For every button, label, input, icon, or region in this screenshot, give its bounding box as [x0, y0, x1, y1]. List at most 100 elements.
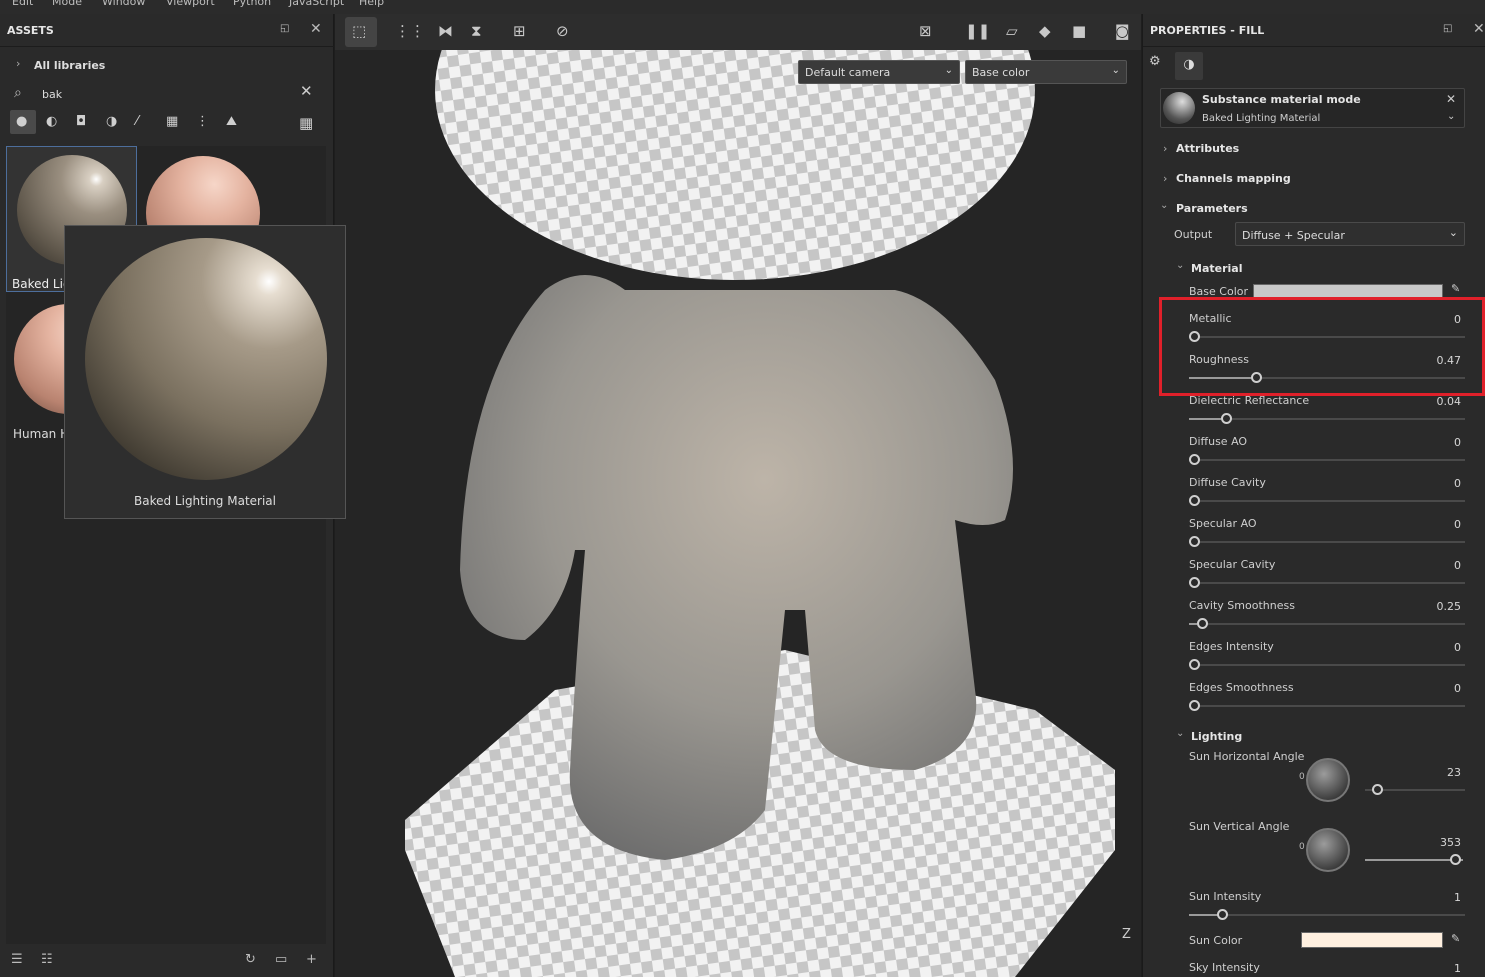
settings-tab-icon[interactable]: ⚙ [1149, 54, 1169, 76]
menu-window[interactable]: Window [102, 0, 145, 8]
chevron-right-icon[interactable]: › [1163, 142, 1167, 155]
mask-filter-icon[interactable]: ◘ [76, 114, 86, 129]
param-slider-knob[interactable] [1220, 413, 1232, 424]
close-icon[interactable]: ✕ [310, 21, 322, 37]
menu-javascript[interactable]: JavaScript [289, 0, 344, 8]
param-value: 0 [1454, 518, 1461, 531]
chevron-down-icon: ⌄ [1111, 65, 1120, 76]
material-tab-icon[interactable]: ◑ [1175, 52, 1203, 80]
preview-label: Baked Lighting Material [134, 494, 276, 508]
channel-dropdown[interactable]: Base color ⌄ [965, 60, 1127, 84]
param-value: 0.04 [1436, 395, 1462, 408]
section-lighting[interactable]: Lighting [1191, 730, 1242, 743]
brush-filter-icon[interactable]: ⁄ [136, 114, 138, 129]
viewport-toolbar: ⬚ ⋮⋮ ⧓ ⧗ ⊞ ⊘ ⊠ ❚❚ ▱ ◆ ■ ◙ [335, 14, 1141, 50]
refresh-icon[interactable]: ↻ [245, 952, 256, 967]
fit-view-icon[interactable]: ⊞ [513, 22, 526, 40]
head-sphere [435, 50, 1035, 280]
chevron-down-icon[interactable]: ⌄ [1176, 728, 1184, 739]
view-3d-icon[interactable]: ◆ [1039, 22, 1051, 40]
menu-edit[interactable]: Edit [12, 0, 33, 8]
assets-title: ASSETS [7, 24, 54, 37]
output-dropdown[interactable]: Diffuse + Specular ⌄ [1235, 222, 1465, 246]
folder-icon[interactable]: ▭ [275, 952, 287, 967]
clear-search-icon[interactable]: ✕ [300, 82, 313, 100]
undock-icon[interactable]: ◱ [280, 23, 289, 34]
sun-h-value: 23 [1447, 766, 1461, 779]
chevron-right-icon[interactable]: › [1163, 172, 1167, 185]
param-slider-knob[interactable] [1189, 577, 1200, 588]
grid-tool-icon[interactable]: ⋮⋮ [395, 22, 425, 40]
chevron-down-icon[interactable]: ⌄ [1447, 111, 1455, 122]
material-mode-title: Substance material mode [1202, 93, 1361, 106]
menu-mode[interactable]: Mode [52, 0, 82, 8]
search-input[interactable]: bak [42, 88, 62, 101]
section-material[interactable]: Material [1191, 262, 1242, 275]
section-attributes[interactable]: Attributes [1176, 142, 1239, 155]
smart-material-filter-icon[interactable]: ◐ [46, 114, 57, 129]
material-mode-box[interactable]: Substance material mode Baked Lighting M… [1160, 88, 1465, 128]
mirror-x-icon[interactable]: ⧓ [438, 22, 453, 40]
camera-icon[interactable]: ■ [1072, 22, 1086, 40]
sun-color-swatch[interactable] [1301, 932, 1443, 948]
material-mode-value: Baked Lighting Material [1202, 113, 1321, 124]
camera-dropdown[interactable]: Default camera ⌄ [798, 60, 960, 84]
reset-view-icon[interactable]: ⊘ [556, 22, 569, 40]
param-slider-knob[interactable] [1189, 536, 1200, 547]
divider [1143, 46, 1485, 47]
sun-intensity-fill [1189, 914, 1219, 916]
alpha-filter-icon[interactable]: ⋮ [196, 114, 209, 129]
sun-h-slider-knob[interactable] [1372, 784, 1383, 795]
menu-viewport[interactable]: Viewport [166, 0, 215, 8]
chevron-right-icon[interactable]: › [16, 57, 20, 70]
view-2d-icon[interactable]: ▱ [1006, 22, 1018, 40]
param-slider-knob[interactable] [1189, 495, 1200, 506]
mirror-y-icon[interactable]: ⧗ [471, 22, 482, 40]
section-channels-mapping[interactable]: Channels mapping [1176, 172, 1291, 185]
environment-filter-icon[interactable]: ⛰ [226, 114, 237, 129]
param-slider-knob[interactable] [1196, 618, 1208, 629]
properties-panel: PROPERTIES - FILL ◱ ✕ ⚙ ◑ Substance mate… [1142, 14, 1485, 977]
param-slider-knob[interactable] [1189, 454, 1200, 465]
chevron-down-icon[interactable]: ⌄ [1160, 200, 1168, 211]
sun-intensity-track [1189, 914, 1465, 916]
sun-v-fill [1365, 859, 1463, 861]
base-color-swatch[interactable] [1253, 284, 1443, 298]
eyedropper-icon[interactable]: ✎ [1451, 282, 1460, 295]
undock-icon[interactable]: ◱ [1443, 23, 1452, 34]
selection-tool-icon[interactable]: ⬚ [352, 22, 366, 40]
grid-view-icon[interactable]: ▦ [299, 114, 313, 132]
param-slider-knob[interactable] [1189, 659, 1200, 670]
search-icon: ⌕ [14, 85, 22, 101]
menu-help[interactable]: Help [359, 0, 384, 8]
param-slider-knob[interactable] [1189, 700, 1200, 711]
list-icon[interactable]: ☷ [41, 952, 53, 967]
close-icon[interactable]: ✕ [1473, 21, 1485, 37]
menu-python[interactable]: Python [233, 0, 271, 8]
sun-v-dial[interactable] [1306, 828, 1350, 872]
svg-text:Z: Z [1122, 927, 1131, 942]
material-mode-icon [1163, 92, 1195, 124]
library-selector[interactable]: All libraries [34, 59, 105, 72]
sun-v-slider-knob[interactable] [1450, 854, 1461, 865]
screenshot-icon[interactable]: ◙ [1115, 22, 1130, 40]
asset-label: Baked Lig [12, 277, 71, 291]
filter-filter-icon[interactable]: ◑ [106, 114, 117, 129]
eyedropper-icon[interactable]: ✎ [1451, 932, 1460, 945]
material-filter-icon[interactable]: ● [16, 114, 27, 129]
sun-h-dial[interactable] [1306, 758, 1350, 802]
assets-panel: ASSETS ◱ ✕ › All libraries ⌕ bak ✕ ● ◐ ◘… [0, 14, 346, 977]
section-parameters[interactable]: Parameters [1176, 202, 1248, 215]
hide-icon[interactable]: ⊠ [919, 22, 932, 40]
asset-preview-tooltip: Baked Lighting Material [64, 225, 346, 519]
pause-icon[interactable]: ❚❚ [965, 22, 990, 40]
viewport-3d[interactable]: ⬚ ⋮⋮ ⧓ ⧗ ⊞ ⊘ ⊠ ❚❚ ▱ ◆ ■ ◙ Z Default came… [335, 14, 1141, 977]
texture-filter-icon[interactable]: ▦ [166, 114, 178, 129]
sun-intensity-knob[interactable] [1217, 909, 1228, 920]
close-icon[interactable]: ✕ [1446, 92, 1456, 106]
chevron-down-icon[interactable]: ⌄ [1176, 260, 1184, 271]
channel-dropdown-value: Base color [972, 66, 1030, 79]
import-icon[interactable]: ☰ [11, 952, 23, 967]
camera-dropdown-value: Default camera [805, 66, 891, 79]
add-icon[interactable]: + [306, 952, 317, 967]
